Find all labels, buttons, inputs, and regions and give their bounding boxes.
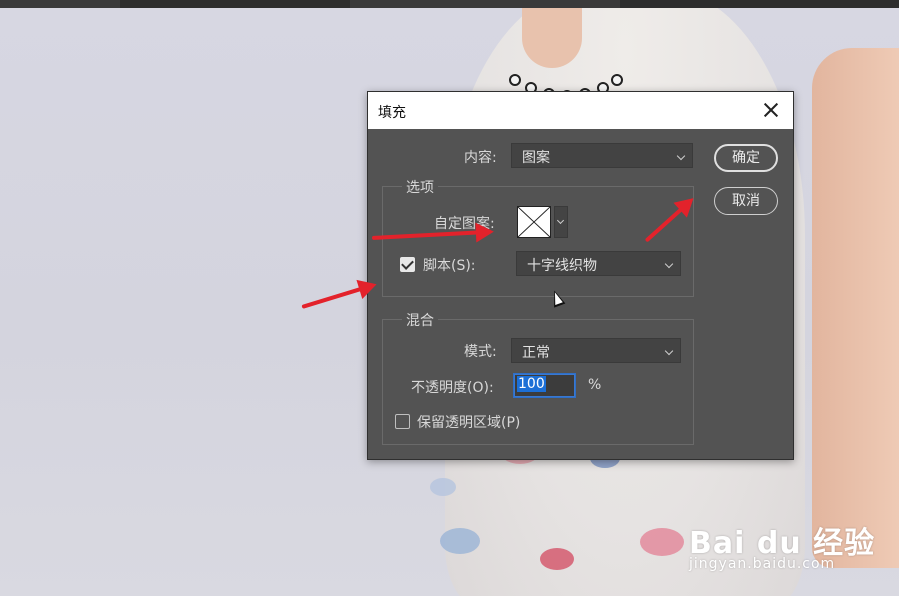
blending-group-title: 混合 xyxy=(402,310,438,330)
opacity-value: 100 xyxy=(517,376,546,392)
mode-select[interactable]: 正常 xyxy=(511,338,681,363)
script-checkbox[interactable] xyxy=(400,257,415,272)
fill-dialog: 填充 内容: 图案 确定 取消 选项 自定图案: 脚本(S): 十字线织物 混合… xyxy=(367,91,794,460)
print-flower xyxy=(430,478,456,496)
ok-button[interactable]: 确定 xyxy=(714,144,778,172)
mode-select-value: 正常 xyxy=(522,345,550,361)
pattern-swatch[interactable] xyxy=(517,206,551,238)
tab-strip-segment xyxy=(620,0,899,8)
script-label: 脚本(S): xyxy=(423,258,476,274)
chevron-down-icon xyxy=(556,216,565,225)
baidu-watermark: Bai du 经验 jingyan.baidu.com xyxy=(689,518,875,572)
dialog-title: 填充 xyxy=(378,105,406,121)
chevron-down-icon xyxy=(676,151,686,161)
content-label: 内容: xyxy=(464,150,497,166)
close-icon[interactable] xyxy=(759,98,783,122)
dialog-titlebar: 填充 xyxy=(368,92,793,129)
app-top-strip xyxy=(0,0,899,8)
content-select[interactable]: 图案 xyxy=(511,143,693,168)
opacity-input[interactable]: 100 xyxy=(513,373,576,398)
chevron-down-icon xyxy=(664,346,674,356)
arm-image xyxy=(812,48,899,568)
chevron-down-icon xyxy=(664,259,674,269)
print-flower xyxy=(440,528,480,554)
pattern-picker-button[interactable] xyxy=(554,206,568,238)
script-select-value: 十字线织物 xyxy=(527,258,597,274)
cancel-button[interactable]: 取消 xyxy=(714,187,778,215)
neck-image xyxy=(522,8,582,68)
opacity-unit: % xyxy=(588,377,602,393)
opacity-label: 不透明度(O): xyxy=(411,380,494,396)
preserve-transparency-checkbox[interactable] xyxy=(395,414,410,429)
print-flower xyxy=(640,528,684,556)
mode-label: 模式: xyxy=(464,344,497,360)
script-select[interactable]: 十字线织物 xyxy=(516,251,681,276)
tab-strip-segment xyxy=(120,0,350,8)
options-group-title: 选项 xyxy=(402,177,438,197)
content-select-value: 图案 xyxy=(522,150,550,166)
preserve-transparency-label: 保留透明区域(P) xyxy=(417,415,521,431)
print-flower xyxy=(540,548,574,570)
watermark-url: jingyan.baidu.com xyxy=(689,556,836,572)
